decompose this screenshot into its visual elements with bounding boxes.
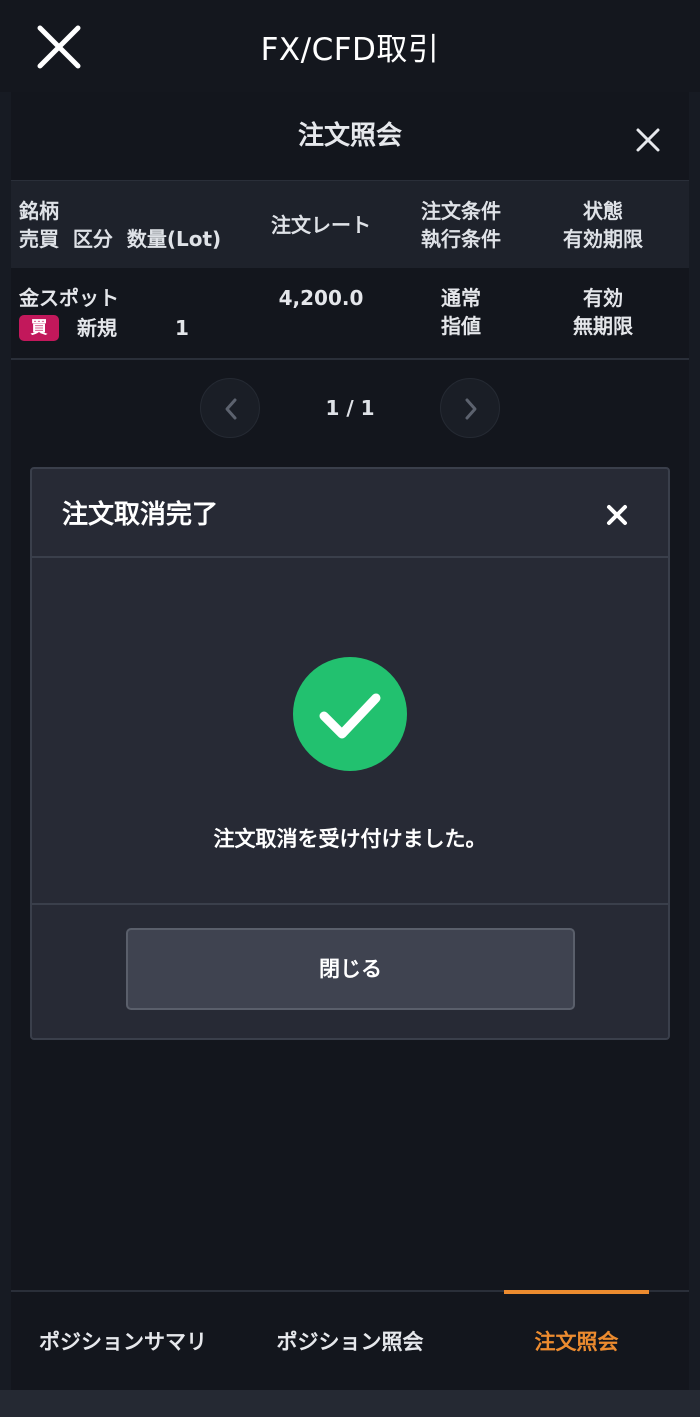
pager-indicator: 1 / 1 [325, 396, 375, 420]
dialog-divider [32, 903, 668, 905]
order-rate: 4,200.0 [278, 286, 364, 310]
chevron-right-icon [465, 398, 477, 420]
column-symbol-label: 銘柄 [19, 199, 59, 223]
column-execution-condition-label: 執行条件 [421, 227, 501, 251]
column-expiry-label: 有効期限 [563, 227, 643, 251]
column-status-label: 状態 [583, 199, 623, 223]
column-condition: 注文条件 執行条件 [391, 197, 531, 253]
column-order-condition-label: 注文条件 [421, 199, 501, 223]
pager-prev-button[interactable] [200, 378, 260, 438]
chevron-left-icon [225, 398, 237, 420]
dialog-header: 注文取消完了 [32, 469, 668, 558]
panel-close-icon[interactable] [635, 127, 661, 153]
dialog-close-icon[interactable] [606, 504, 628, 526]
table-row[interactable]: 金スポット 買 新規 1 4,200.0 通常 指値 有効 無期限 [11, 268, 689, 360]
column-symbol: 銘柄 売買 区分 数量(Lot) [19, 197, 259, 253]
order-quantity: 1 [175, 316, 189, 340]
column-rate-label: 注文レート [271, 213, 371, 237]
order-conditions: 通常 指値 [391, 284, 531, 340]
order-kind: 新規 [77, 316, 117, 340]
tab-order-inquiry[interactable]: 注文照会 [504, 1292, 649, 1392]
column-side-kind-qty-label: 売買 区分 数量(Lot) [19, 227, 222, 251]
dialog-title: 注文取消完了 [62, 500, 219, 530]
check-circle-icon [293, 657, 407, 771]
page: FX/CFD取引 注文照会 銘柄 売買 区分 数量(Lot) 注文レート 注文条… [0, 0, 700, 1417]
cancel-complete-dialog: 注文取消完了 注文取消を受け付けました。 閉じる [30, 467, 670, 1040]
dialog-message: 注文取消を受け付けました。 [213, 827, 487, 851]
bottom-strip [0, 1390, 700, 1417]
app-title: FX/CFD取引 [260, 32, 440, 68]
order-condition: 通常 [441, 286, 481, 310]
order-status-cell: 有効 無期限 [533, 284, 673, 340]
table-header: 銘柄 売買 区分 数量(Lot) 注文レート 注文条件 執行条件 状態 有効期限 [11, 180, 689, 268]
bottom-tab-bar: ポジションサマリ ポジション照会 注文照会 [11, 1290, 689, 1390]
close-dialog-button[interactable]: 閉じる [126, 928, 575, 1010]
app-header: FX/CFD取引 [0, 0, 700, 92]
panel-title: 注文照会 [297, 121, 402, 151]
pager-next-button[interactable] [440, 378, 500, 438]
tab-position-summary[interactable]: ポジションサマリ [23, 1292, 223, 1392]
column-status: 状態 有効期限 [533, 197, 673, 253]
execution-condition: 指値 [441, 314, 481, 338]
tab-position-inquiry[interactable]: ポジション照会 [265, 1292, 435, 1392]
buy-badge: 買 [19, 315, 59, 341]
order-symbol: 金スポット [19, 286, 119, 310]
order-status: 有効 [583, 286, 623, 310]
order-expiry: 無期限 [573, 314, 633, 338]
